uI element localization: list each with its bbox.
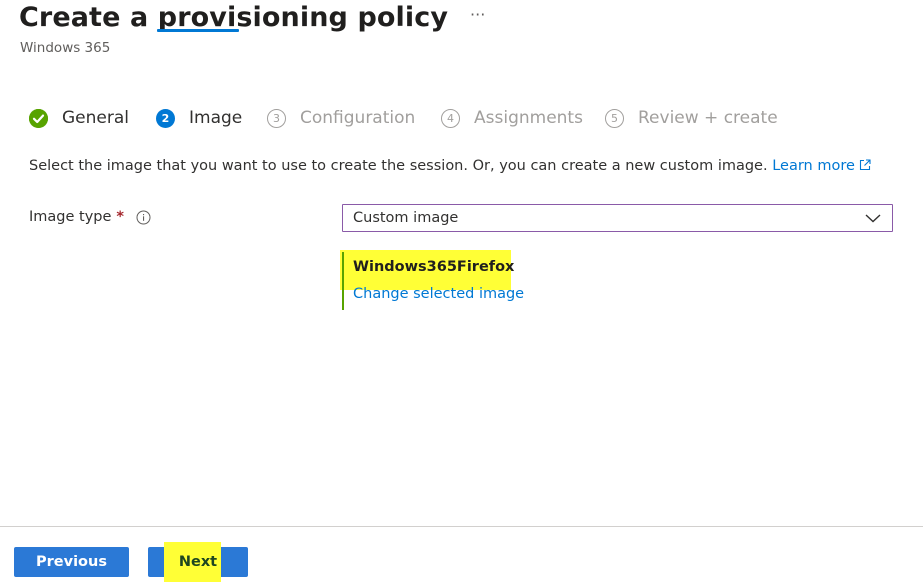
selected-image-bar: [342, 252, 344, 310]
step-number: 5: [605, 108, 624, 128]
step-label: Assignments: [474, 108, 583, 128]
step-label: Review + create: [638, 108, 778, 128]
step-number: 2: [156, 108, 175, 128]
next-button[interactable]: Next: [148, 542, 248, 582]
step-label: Configuration: [300, 108, 416, 128]
info-icon[interactable]: [136, 210, 151, 225]
selected-image-name: Windows365Firefox: [353, 259, 515, 275]
active-step-underline: [157, 29, 239, 32]
intro-text: Select the image that you want to use to…: [29, 158, 871, 175]
step-label: General: [62, 108, 129, 128]
next-button-label: Next: [178, 554, 218, 570]
title-row: Create a provisioning policy ···: [19, 2, 485, 33]
learn-more-link[interactable]: Learn more: [772, 158, 871, 174]
step-general[interactable]: General: [29, 105, 129, 131]
page-subtitle: Windows 365: [20, 40, 111, 56]
chevron-down-icon: [864, 212, 884, 224]
step-label: Image: [189, 108, 243, 128]
intro-description: Select the image that you want to use to…: [29, 158, 768, 174]
wizard-steps: General 2 Image 3 Configuration 4 Assign…: [29, 105, 789, 137]
check-circle-icon: [29, 108, 48, 128]
previous-button[interactable]: Previous: [14, 547, 129, 577]
step-image[interactable]: 2 Image: [156, 105, 242, 131]
provisioning-policy-page: Create a provisioning policy ··· Windows…: [0, 0, 923, 587]
step-assignments[interactable]: 4 Assignments: [441, 105, 583, 131]
image-type-dropdown[interactable]: Custom image: [342, 204, 893, 232]
change-selected-image-link[interactable]: Change selected image: [353, 286, 524, 302]
footer-divider: [0, 526, 923, 527]
step-number: 3: [267, 108, 286, 128]
external-link-icon: [859, 159, 871, 175]
required-marker: *: [116, 209, 125, 225]
step-review-create[interactable]: 5 Review + create: [605, 105, 778, 131]
image-type-text: Image type: [29, 209, 112, 225]
step-number: 4: [441, 108, 460, 128]
image-type-value: Custom image: [353, 210, 459, 226]
more-options-button[interactable]: ···: [470, 5, 485, 24]
image-type-label: Image type *: [29, 209, 151, 225]
step-configuration[interactable]: 3 Configuration: [267, 105, 415, 131]
